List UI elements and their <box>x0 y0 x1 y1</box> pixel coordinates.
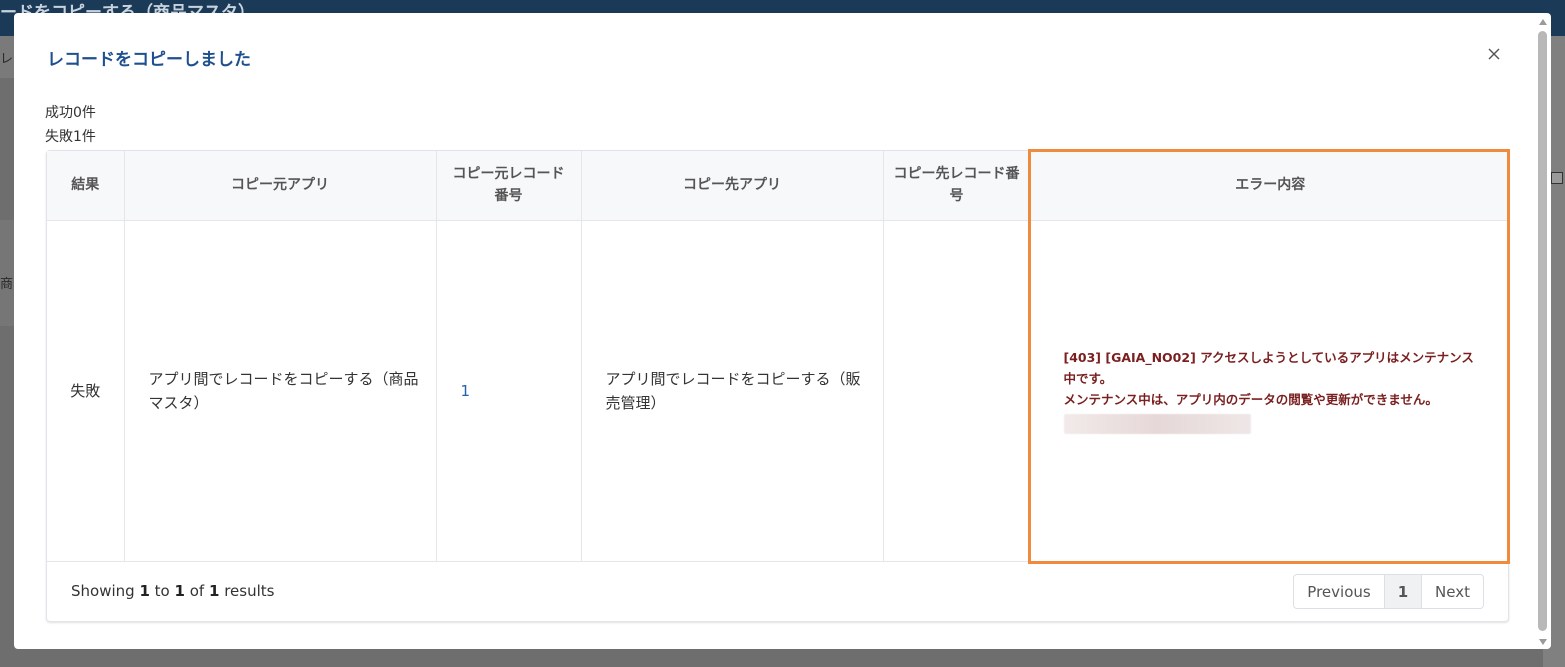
source-record-link[interactable]: 1 <box>461 382 471 400</box>
table-header-row: 結果 コピー元アプリ コピー元レコード番号 コピー先アプリ コピー先レコード番号… <box>47 151 1510 221</box>
close-icon <box>1488 48 1500 60</box>
header-error: エラー内容 <box>1030 151 1510 221</box>
showing-of-word: of <box>189 582 205 600</box>
result-summary: 成功0件 失敗1件 <box>45 101 96 149</box>
cell-error: [403] [GAIA_NO02] アクセスしようとしているアプリはメンテナンス… <box>1030 220 1510 562</box>
showing-total: 1 <box>208 582 220 600</box>
showing-to: 1 <box>174 582 185 600</box>
cell-source-record: 1 <box>436 220 582 562</box>
close-button[interactable] <box>1483 43 1505 65</box>
showing-results-word: results <box>224 582 275 600</box>
background-fragment: レ <box>0 52 14 67</box>
scroll-up-arrow[interactable] <box>1539 19 1547 25</box>
cell-dest-record <box>883 220 1031 562</box>
cell-result: 失敗 <box>47 220 125 562</box>
header-dest-app: コピー先アプリ <box>581 151 884 221</box>
dialog-title: レコードをコピーしました <box>47 50 251 70</box>
showing-label: Showing <box>71 582 135 600</box>
pagination: Previous 1 Next <box>1293 574 1484 609</box>
cell-source-app: アプリ間でレコードをコピーする（商品マスタ） <box>124 220 437 562</box>
results-panel: 結果 コピー元アプリ コピー元レコード番号 コピー先アプリ コピー先レコード番号… <box>46 150 1510 622</box>
showing-from: 1 <box>139 582 150 600</box>
results-table: 結果 コピー元アプリ コピー元レコード番号 コピー先アプリ コピー先レコード番号… <box>47 151 1510 562</box>
header-source-app: コピー元アプリ <box>124 151 437 221</box>
table-row: 失敗 アプリ間でレコードをコピーする（商品マスタ） 1 アプリ間でレコードをコピ… <box>47 220 1510 562</box>
results-count-text: Showing 1 to 1 of 1 results <box>71 582 274 600</box>
scroll-down-arrow[interactable] <box>1539 639 1547 645</box>
header-result: 結果 <box>47 151 125 221</box>
current-page-button[interactable]: 1 <box>1385 575 1422 608</box>
error-message-line-2: メンテナンス中は、アプリ内のデータの閲覧や更新ができません。 <box>1063 392 1438 407</box>
previous-page-button[interactable]: Previous <box>1294 575 1385 608</box>
scrollbar-thumb[interactable] <box>1538 31 1547 631</box>
redacted-text <box>1063 414 1251 434</box>
cell-dest-app: アプリ間でレコードをコピーする（販売管理） <box>581 220 884 562</box>
failure-count: 失敗1件 <box>45 129 96 145</box>
showing-to-word: to <box>154 582 170 600</box>
table-footer: Showing 1 to 1 of 1 results Previous 1 N… <box>47 561 1508 621</box>
copy-result-dialog: レコードをコピーしました 成功0件 失敗1件 結果 コピー元アプリ コピー元レコ… <box>14 13 1551 649</box>
header-source-record: コピー元レコード番号 <box>436 151 582 221</box>
next-page-button[interactable]: Next <box>1422 575 1483 608</box>
header-dest-record: コピー先レコード番号 <box>883 151 1031 221</box>
success-count: 成功0件 <box>45 105 96 121</box>
background-mini-icon <box>1551 172 1563 184</box>
error-message-line-1: [403] [GAIA_NO02] アクセスしようとしているアプリはメンテナンス… <box>1063 350 1474 386</box>
